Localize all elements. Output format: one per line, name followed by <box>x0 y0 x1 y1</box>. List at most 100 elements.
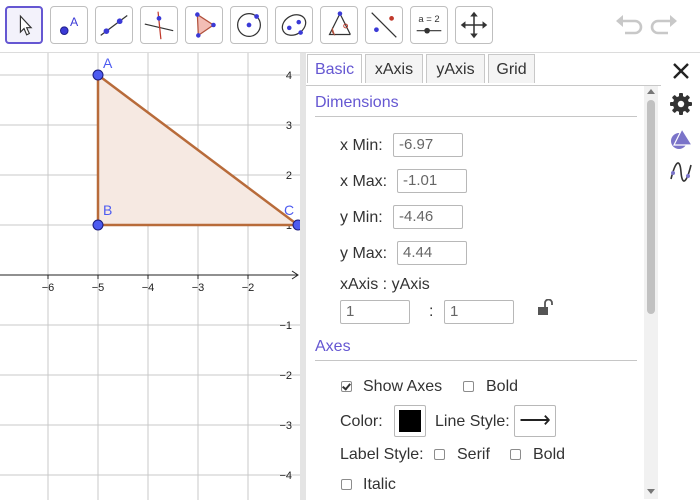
point-tool-button[interactable]: A <box>50 6 88 44</box>
point-c[interactable] <box>292 219 300 231</box>
basic-tab-content: Dimensions x Min: -6.97 x Max: -1.01 y M… <box>306 85 661 501</box>
settings-gear-icon <box>670 93 692 115</box>
perpendicular-line-tool-button[interactable] <box>140 6 178 44</box>
ymin-field[interactable]: -4.46 <box>393 205 463 229</box>
angle-tool-button[interactable] <box>320 6 358 44</box>
label-style-label: Label Style: <box>340 446 424 463</box>
tab-xaxis[interactable]: xAxis <box>365 54 423 83</box>
settings-panel: Basic xAxis yAxis Grid Dimensions x Min:… <box>306 53 661 500</box>
polygon-tool-button[interactable] <box>185 6 223 44</box>
label-bold-checkbox[interactable] <box>510 449 521 460</box>
ymax-label: y Max: <box>340 245 388 262</box>
point-a-label: A <box>103 55 113 71</box>
italic-label: Italic <box>363 476 396 493</box>
svg-text:a = 2: a = 2 <box>418 14 439 25</box>
graphics-view[interactable]: −6 −5 −4 −3 −2 4 3 2 1 −1 −2 −3 −4 A B C <box>0 53 300 500</box>
axis-color-button[interactable] <box>394 405 426 437</box>
ratio-x-field[interactable]: 1 <box>340 300 410 324</box>
axes-heading: Axes <box>315 338 351 355</box>
scroll-down-arrow[interactable] <box>647 489 655 494</box>
axes-bold-label: Bold <box>486 378 519 395</box>
ratio-y-field[interactable]: 1 <box>444 300 514 324</box>
x-tick-label: −2 <box>242 282 255 294</box>
tab-yaxis[interactable]: yAxis <box>426 54 485 83</box>
x-tick-label: −6 <box>42 282 55 294</box>
tab-grid[interactable]: Grid <box>488 54 535 83</box>
line-style-button[interactable]: ⟶ <box>514 405 556 437</box>
circle-with-center-tool-button[interactable] <box>230 6 268 44</box>
y-tick-label: 3 <box>286 120 292 132</box>
redo-icon <box>650 15 677 35</box>
perpendicular-line-icon <box>144 11 174 40</box>
slider-tool-button[interactable]: a = 2 <box>410 6 448 44</box>
function-graph-icon <box>670 162 692 182</box>
point-b[interactable] <box>92 219 104 231</box>
point-icon: A <box>59 15 79 35</box>
ymin-label: y Min: <box>340 209 383 226</box>
scrollbar-thumb[interactable] <box>647 100 655 314</box>
scroll-up-arrow[interactable] <box>647 89 655 94</box>
graphics-style-button[interactable] <box>668 125 694 151</box>
show-axes-checkbox[interactable] <box>341 381 352 392</box>
unlock-icon[interactable] <box>537 299 553 317</box>
settings-tabs: Basic xAxis yAxis Grid <box>306 53 661 85</box>
cursor-arrow-icon <box>19 14 33 36</box>
y-tick-label: −4 <box>279 470 292 482</box>
point-b-label: B <box>103 202 112 218</box>
dimensions-heading: Dimensions <box>315 94 399 111</box>
move-arrows-icon <box>460 11 488 39</box>
ellipse-icon <box>281 14 307 36</box>
undo-button[interactable] <box>613 12 643 40</box>
y-tick-label: −2 <box>279 370 292 382</box>
redo-button[interactable] <box>650 12 680 40</box>
reflect-line-icon <box>371 12 397 38</box>
polygon-icon <box>195 12 216 38</box>
axes-divider <box>315 360 637 361</box>
properties-sidebar <box>661 53 700 500</box>
xmax-label: x Max: <box>340 173 388 190</box>
reflect-about-line-tool-button[interactable] <box>365 6 403 44</box>
coordinate-plane[interactable]: −6 −5 −4 −3 −2 4 3 2 1 −1 −2 −3 −4 A B C <box>0 53 300 500</box>
move-tool-button[interactable] <box>5 6 43 44</box>
move-graphics-view-tool-button[interactable] <box>455 6 493 44</box>
close-button[interactable] <box>668 58 694 84</box>
panel-scrollbar[interactable] <box>644 86 658 499</box>
dimensions-divider <box>315 116 637 117</box>
serif-label: Serif <box>457 446 490 463</box>
graphics-shapes-icon <box>671 127 694 149</box>
axes-bold-checkbox[interactable] <box>463 381 474 392</box>
circle-center-point-icon <box>237 13 261 37</box>
function-graph-button[interactable] <box>668 159 694 185</box>
serif-checkbox[interactable] <box>434 449 445 460</box>
line-style-label: Line Style: <box>435 413 510 430</box>
tab-basic[interactable]: Basic <box>307 54 362 83</box>
axis-ratio-label: xAxis : yAxis <box>340 276 430 293</box>
label-bold-label: Bold <box>533 446 566 463</box>
slider-icon: a = 2 <box>416 14 442 34</box>
italic-checkbox[interactable] <box>341 479 352 490</box>
y-tick-label: 4 <box>286 70 292 82</box>
point-c-label: C <box>284 202 294 218</box>
ratio-separator: : <box>429 303 434 320</box>
x-tick-label: −3 <box>192 282 205 294</box>
point-a[interactable] <box>92 69 104 81</box>
y-tick-label: 2 <box>286 170 292 182</box>
y-tick-label: −3 <box>279 420 292 432</box>
show-axes-label: Show Axes <box>363 378 443 395</box>
xmax-field[interactable]: -1.01 <box>397 169 467 193</box>
toolbar: A a = 2 <box>0 0 700 53</box>
line-tool-button[interactable] <box>95 6 133 44</box>
line-through-points-icon <box>100 15 128 36</box>
x-tick-label: −4 <box>142 282 155 294</box>
angle-icon <box>328 11 351 36</box>
close-icon <box>673 63 689 79</box>
xmin-label: x Min: <box>340 137 383 154</box>
color-label: Color: <box>340 413 383 430</box>
x-tick-label: −5 <box>92 282 105 294</box>
y-tick-label: −1 <box>279 320 292 332</box>
ellipse-tool-button[interactable] <box>275 6 313 44</box>
color-swatch <box>399 410 421 432</box>
settings-button[interactable] <box>668 91 694 117</box>
ymax-field[interactable]: 4.44 <box>397 241 467 265</box>
xmin-field[interactable]: -6.97 <box>393 133 463 157</box>
